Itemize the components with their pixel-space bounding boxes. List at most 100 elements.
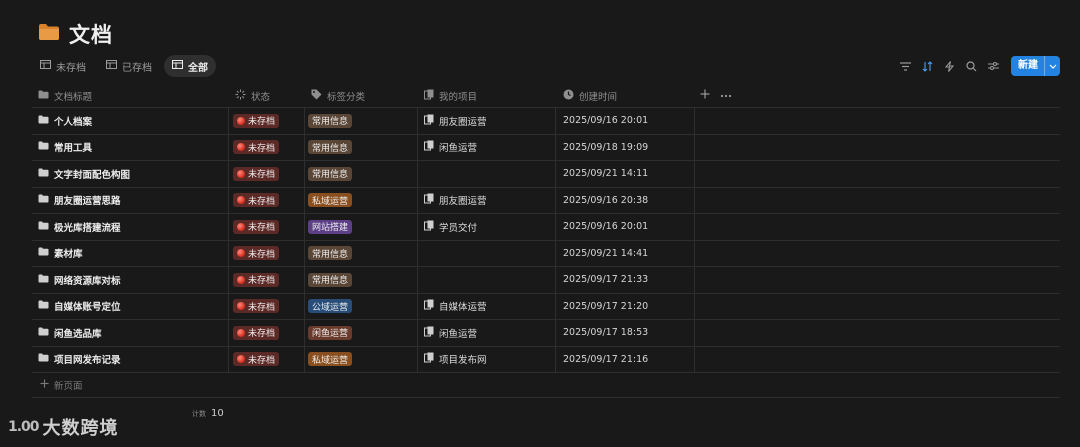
table-row[interactable]: 常用工具 未存档 常用信息 闲鱼运营 2025/09/18 19:09: [32, 134, 1060, 161]
row-project-cell[interactable]: 项目发布网: [424, 347, 554, 373]
row-title-cell[interactable]: 网络资源库对标: [38, 267, 228, 293]
folder-icon: [38, 115, 49, 127]
row-created-cell[interactable]: 2025/09/17 21:33: [563, 267, 693, 293]
row-tag-cell[interactable]: 常用信息: [308, 108, 413, 134]
row-title-cell[interactable]: 个人档案: [38, 108, 228, 134]
column-divider: [694, 161, 695, 187]
plus-icon[interactable]: [700, 89, 710, 102]
row-project-cell[interactable]: 闲鱼运营: [424, 135, 554, 161]
table-row[interactable]: 个人档案 未存档 常用信息 朋友圈运营 2025/09/16 20:01: [32, 108, 1060, 135]
sort-icon[interactable]: [921, 60, 933, 72]
column-header-project[interactable]: 我的项目: [424, 84, 554, 107]
row-title-cell[interactable]: 自媒体账号定位: [38, 294, 228, 320]
new-page-button[interactable]: 新页面: [40, 373, 83, 397]
row-project[interactable]: 闲鱼运营: [439, 140, 477, 154]
row-status-cell[interactable]: 未存档: [233, 108, 301, 134]
row-status-cell[interactable]: 未存档: [233, 320, 301, 346]
row-title: 个人档案: [54, 116, 93, 128]
column-divider: [304, 214, 305, 240]
row-tag-cell[interactable]: 常用信息: [308, 135, 413, 161]
row-project-cell[interactable]: [424, 161, 554, 187]
row-project-cell[interactable]: [424, 267, 554, 293]
row-project-cell[interactable]: 朋友圈运营: [424, 108, 554, 134]
row-project-cell[interactable]: 学员交付: [424, 214, 554, 240]
new-page-row[interactable]: 新页面: [32, 373, 1060, 398]
new-button[interactable]: 新建: [1011, 56, 1060, 76]
row-project[interactable]: 项目发布网: [439, 352, 487, 366]
table-row[interactable]: 朋友圈运营思路 未存档 私域运营 朋友圈运营 2025/09/16 20:38: [32, 187, 1060, 214]
row-title-cell[interactable]: 素材库: [38, 241, 228, 267]
row-tag-cell[interactable]: 常用信息: [308, 267, 413, 293]
filter-icon[interactable]: [899, 60, 911, 72]
row-status-cell[interactable]: 未存档: [233, 347, 301, 373]
table-row[interactable]: 自媒体账号定位 未存档 公域运营 自媒体运营 2025/09/17 21:20: [32, 293, 1060, 320]
row-created: 2025/09/17 21:33: [563, 274, 649, 286]
row-tag-cell[interactable]: 私域运营: [308, 347, 413, 373]
row-tag-cell[interactable]: 私域运营: [308, 188, 413, 214]
row-project[interactable]: 自媒体运营: [439, 299, 487, 313]
row-created-cell[interactable]: 2025/09/17 21:20: [563, 294, 693, 320]
tab-unarchived[interactable]: 未存档: [32, 55, 94, 77]
row-project[interactable]: 闲鱼运营: [439, 326, 477, 340]
row-created-cell[interactable]: 2025/09/16 20:01: [563, 108, 693, 134]
column-divider: [555, 134, 556, 160]
row-project[interactable]: 朋友圈运营: [439, 114, 487, 128]
search-icon[interactable]: [965, 60, 977, 72]
lightning-icon[interactable]: [943, 60, 955, 72]
row-project-cell[interactable]: [424, 241, 554, 267]
column-header-status[interactable]: 状态: [235, 84, 303, 107]
tag-text: 私域运营: [312, 196, 349, 207]
row-status-cell[interactable]: 未存档: [233, 135, 301, 161]
row-status-cell[interactable]: 未存档: [233, 161, 301, 187]
row-tag-cell[interactable]: 公域运营: [308, 294, 413, 320]
table-row[interactable]: 极光库搭建流程 未存档 网站搭建 学员交付 2025/09/16 20:01: [32, 214, 1060, 241]
column-header-created[interactable]: 创建时间: [563, 84, 693, 107]
settings-sliders-icon[interactable]: [987, 60, 999, 72]
row-title-cell[interactable]: 极光库搭建流程: [38, 214, 228, 240]
row-status-cell[interactable]: 未存档: [233, 241, 301, 267]
row-project[interactable]: 朋友圈运营: [439, 193, 487, 207]
row-status-cell[interactable]: 未存档: [233, 267, 301, 293]
row-created-cell[interactable]: 2025/09/18 19:09: [563, 135, 693, 161]
row-status-cell[interactable]: 未存档: [233, 294, 301, 320]
row-title-cell[interactable]: 闲鱼选品库: [38, 320, 228, 346]
column-header-tag[interactable]: 标签分类: [311, 84, 416, 107]
tag-badge: 私域运营: [308, 193, 353, 208]
row-project-cell[interactable]: 闲鱼运营: [424, 320, 554, 346]
table-row[interactable]: 素材库 未存档 常用信息 2025/09/21 14:41: [32, 240, 1060, 267]
table-row[interactable]: 闲鱼选品库 未存档 闲鱼运营 闲鱼运营 2025/09/17 18:53: [32, 320, 1060, 347]
row-tag-cell[interactable]: 常用信息: [308, 241, 413, 267]
row-title-cell[interactable]: 项目网发布记录: [38, 347, 228, 373]
tag-badge: 常用信息: [308, 166, 353, 181]
row-tag-cell[interactable]: 闲鱼运营: [308, 320, 413, 346]
row-created-cell[interactable]: 2025/09/17 21:16: [563, 347, 693, 373]
table-row[interactable]: 网络资源库对标 未存档 常用信息 2025/09/17 21:33: [32, 267, 1060, 294]
row-title-cell[interactable]: 文字封面配色构图: [38, 161, 228, 187]
tab-archived[interactable]: 已存档: [98, 55, 160, 77]
row-tag-cell[interactable]: 常用信息: [308, 161, 413, 187]
row-created: 2025/09/17 21:16: [563, 353, 649, 365]
tab-all[interactable]: 全部: [164, 55, 216, 77]
chevron-down-icon[interactable]: [1044, 56, 1060, 76]
status-text: 未存档: [248, 223, 276, 234]
row-status-cell[interactable]: 未存档: [233, 214, 301, 240]
row-created-cell[interactable]: 2025/09/16 20:01: [563, 214, 693, 240]
row-status-cell[interactable]: 未存档: [233, 188, 301, 214]
row-title-cell[interactable]: 常用工具: [38, 135, 228, 161]
row-title-cell[interactable]: 朋友圈运营思路: [38, 188, 228, 214]
row-project[interactable]: 学员交付: [439, 220, 477, 234]
row-created-cell[interactable]: 2025/09/21 14:41: [563, 241, 693, 267]
tag-badge: 网站搭建: [308, 219, 353, 234]
row-project-cell[interactable]: 朋友圈运营: [424, 188, 554, 214]
row-created-cell[interactable]: 2025/09/17 18:53: [563, 320, 693, 346]
column-divider: [694, 187, 695, 213]
row-tag-cell[interactable]: 网站搭建: [308, 214, 413, 240]
row-created-cell[interactable]: 2025/09/21 14:11: [563, 161, 693, 187]
table-row[interactable]: 文字封面配色构图 未存档 常用信息 2025/09/21 14:11: [32, 161, 1060, 188]
row-project-cell[interactable]: 自媒体运营: [424, 294, 554, 320]
table-row[interactable]: 项目网发布记录 未存档 私域运营 项目发布网 2025/09/17 21:16: [32, 346, 1060, 373]
more-icon[interactable]: [720, 90, 732, 101]
column-header-title[interactable]: 文档标题: [38, 84, 228, 107]
column-divider: [417, 240, 418, 266]
row-created-cell[interactable]: 2025/09/16 20:38: [563, 188, 693, 214]
